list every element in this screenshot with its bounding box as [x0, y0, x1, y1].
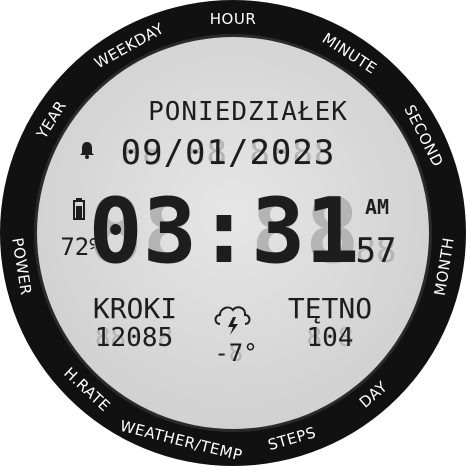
weekday-text: PONIEDZIAŁEK	[148, 97, 348, 127]
seconds-text: 57	[356, 231, 397, 271]
watch-face: HOUR MINUTE SECOND MONTH DAY STEPS WEATHER/TEM…	[0, 0, 466, 466]
date-text: 09/01/2023	[121, 133, 336, 173]
steps-value: 12085	[95, 323, 173, 353]
bezel-label-hour: HOUR	[210, 10, 257, 28]
heart-rate-label: TĘTNO	[288, 292, 372, 325]
heart-rate-value: 104	[307, 323, 354, 353]
time-text: 03:31	[89, 179, 360, 284]
ampm-text: AM	[365, 195, 389, 219]
steps-label: KROKI	[93, 292, 177, 325]
temperature-text: -7°	[214, 339, 257, 367]
watch-face-svg: HOURMINUTESECONDMONTHDAYSTEPSWEATHER/TEM…	[0, 0, 466, 466]
